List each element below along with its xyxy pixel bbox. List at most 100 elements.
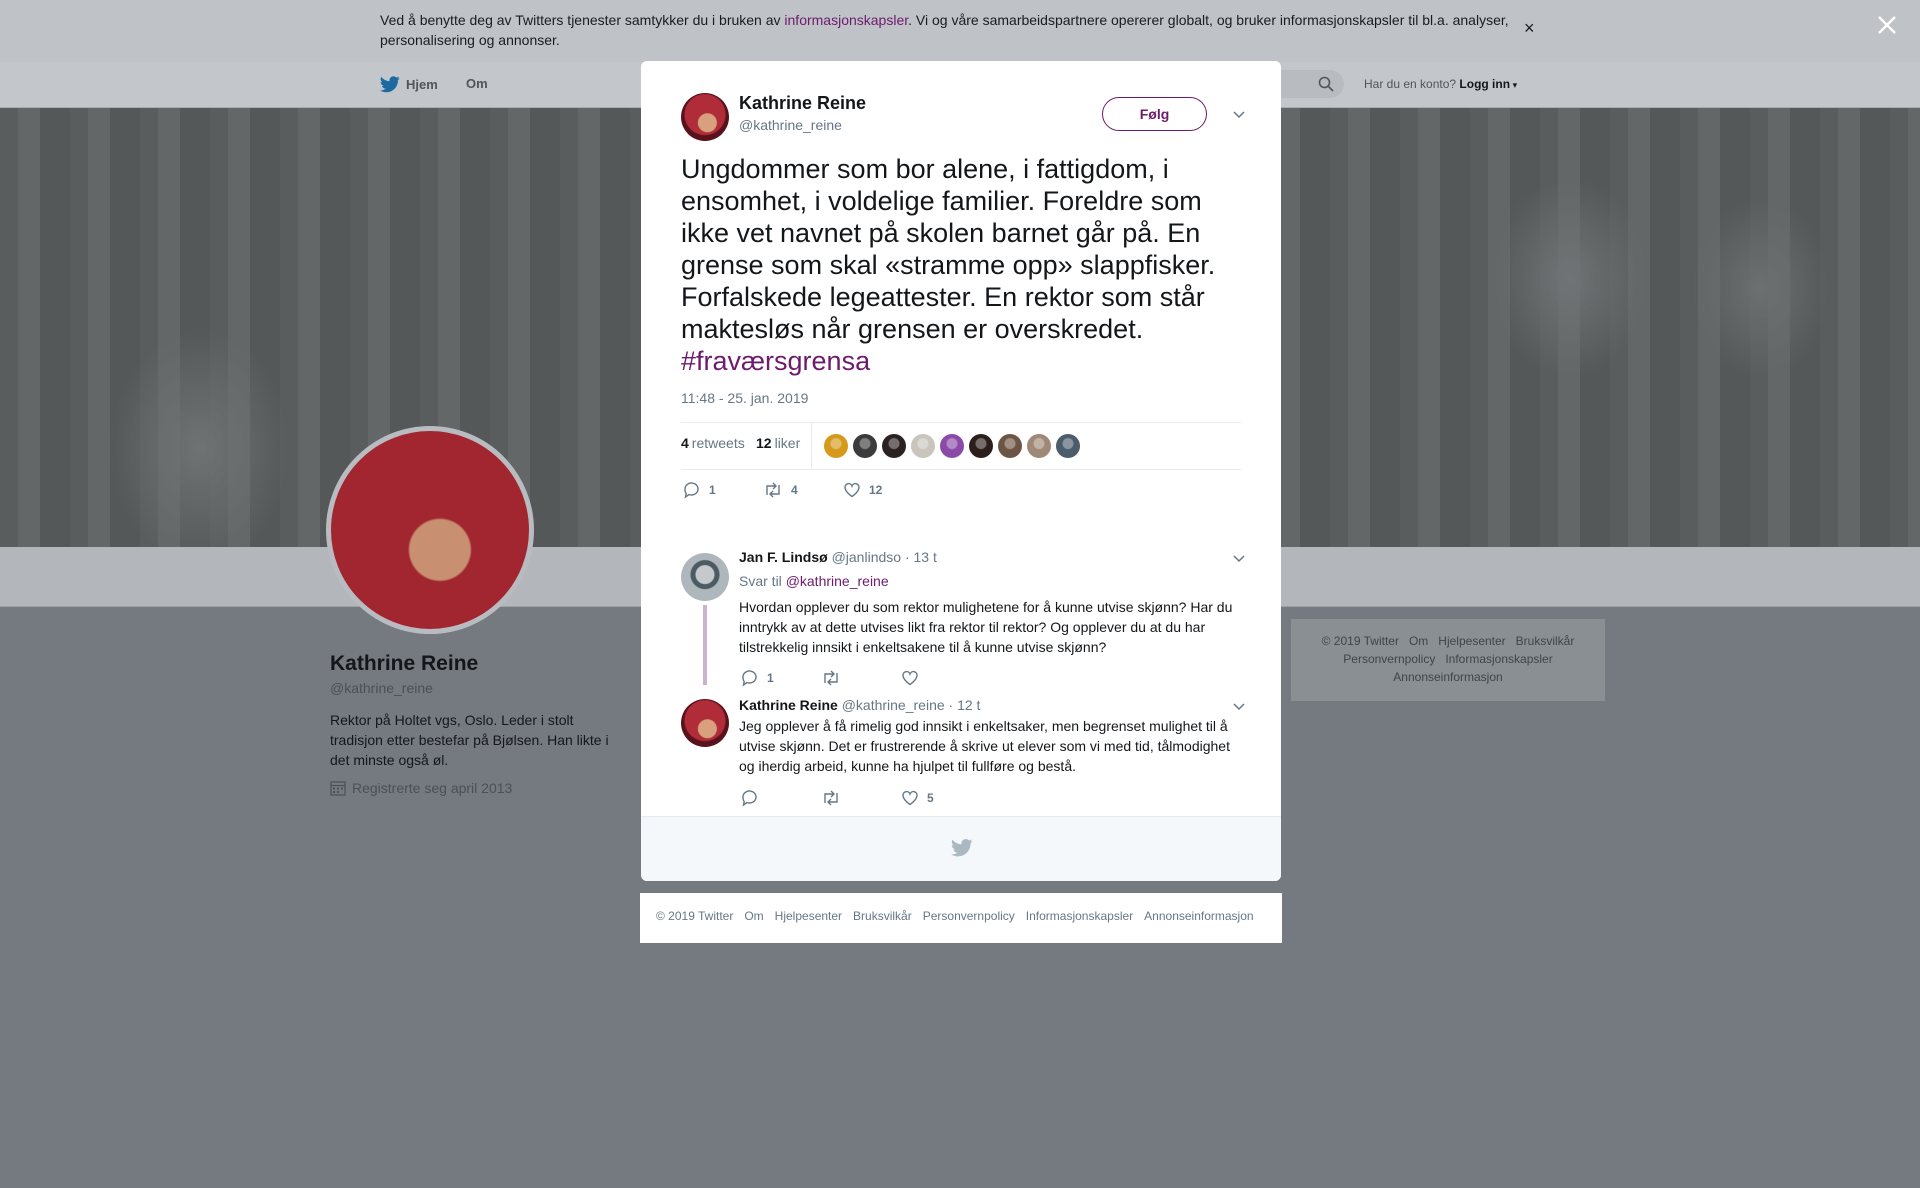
liker-avatar[interactable] (1056, 434, 1080, 458)
retweet-action[interactable]: 4 (763, 481, 843, 499)
retweet-action[interactable] (821, 789, 901, 807)
reply-avatar[interactable] (681, 553, 729, 601)
liker-avatar[interactable] (998, 434, 1022, 458)
footer-link-ads[interactable]: Annonseinformasjon (1393, 670, 1502, 684)
reply-action[interactable]: 1 (683, 481, 763, 499)
retweets-label: retweets (691, 435, 745, 451)
reply-text: Jeg opplever å få rimelig god innsikt i … (739, 718, 1230, 774)
profile-joined: Registrerte seg april 2013 (330, 780, 512, 796)
reply-to-link[interactable]: @kathrine_reine (786, 573, 889, 589)
reply-author-name[interactable]: Jan F. Lindsø (739, 549, 828, 565)
close-icon[interactable] (1876, 14, 1898, 36)
footer-link-ads[interactable]: Annonseinformasjon (1144, 909, 1253, 923)
tweet-text: Ungdommer som bor alene, i fattigdom, i … (681, 153, 1251, 377)
footer-link-cookies[interactable]: Informasjonskapsler (1445, 652, 1552, 666)
reply-author-handle[interactable]: @kathrine_reine (842, 697, 945, 713)
reply-action[interactable] (741, 789, 821, 807)
reply-author-handle[interactable]: @janlindso (832, 549, 901, 565)
tweet-modal: Kathrine Reine @kathrine_reine Følg Ungd… (641, 61, 1281, 881)
cookie-policy-link[interactable]: informasjonskapsler (784, 12, 908, 28)
retweet-icon (824, 790, 838, 806)
nav-home-link[interactable]: Hjem (380, 76, 438, 93)
footer-link-about[interactable]: Om (744, 909, 763, 923)
cookie-banner: Ved å benytte deg av Twitters tjenester … (0, 0, 1920, 62)
chevron-down-icon[interactable] (1233, 555, 1245, 563)
footer-link-privacy[interactable]: Personvernpolicy (923, 909, 1015, 923)
reply-time[interactable]: · 13 t (905, 549, 937, 565)
footer-link-help[interactable]: Hjelpesenter (775, 909, 842, 923)
footer-link-about[interactable]: Om (1409, 634, 1428, 648)
footer-copyright: © 2019 Twitter (656, 909, 734, 923)
author-handle[interactable]: @kathrine_reine (739, 117, 842, 133)
tweet-stats: 4 retweets 12 liker (681, 422, 1241, 470)
liker-avatar[interactable] (1027, 434, 1051, 458)
nav-about-link[interactable]: Om (466, 76, 488, 91)
retweet-action[interactable] (821, 669, 901, 687)
likes-stat[interactable]: 12 liker (756, 435, 800, 451)
retweets-stat[interactable]: 4 retweets (681, 435, 745, 451)
like-count: 5 (927, 791, 934, 805)
author-name[interactable]: Kathrine Reine (739, 93, 866, 114)
joined-text: Registrerte seg april 2013 (352, 780, 513, 796)
likes-label: liker (774, 435, 801, 451)
like-action[interactable]: 12 (843, 481, 882, 499)
twitter-bird-icon (951, 839, 973, 857)
hashtag-link[interactable]: #fraværsgrensa (681, 346, 870, 376)
liker-avatar[interactable] (824, 434, 848, 458)
profile-name[interactable]: Kathrine Reine (330, 652, 478, 676)
reply-icon (684, 482, 699, 499)
liker-avatar[interactable] (911, 434, 935, 458)
liker-avatar[interactable] (853, 434, 877, 458)
profile-avatar[interactable] (326, 426, 534, 634)
cookie-text-before: Ved å benytte deg av Twitters tjenester … (380, 12, 785, 28)
likes-count: 12 (756, 435, 772, 451)
footer-link-help[interactable]: Hjelpesenter (1438, 634, 1505, 648)
modal-footer (641, 816, 1281, 881)
reply-action[interactable]: 1 (741, 669, 821, 687)
tweet-timestamp[interactable]: 11:48 - 25. jan. 2019 (681, 390, 808, 406)
retweets-count: 4 (681, 435, 689, 451)
reply-icon (742, 670, 757, 687)
chevron-down-icon[interactable] (1233, 703, 1245, 711)
footer-link-terms[interactable]: Bruksvilkår (1516, 634, 1575, 648)
reply-to-label: Svar til (739, 573, 782, 589)
twitter-bird-icon (380, 76, 400, 93)
reply-text: Hvordan opplever du som rektor mulighete… (739, 599, 1233, 655)
footer-link-cookies[interactable]: Informasjonskapsler (1026, 909, 1133, 923)
reply-actions: 1 (741, 669, 927, 687)
author-avatar[interactable] (681, 93, 729, 141)
profile-bio: Rektor på Holtet vgs, Oslo. Leder i stol… (330, 712, 609, 768)
thread-line (703, 605, 707, 685)
reply-tweet[interactable]: Kathrine Reine @kathrine_reine · 12 t Je… (681, 697, 1245, 817)
chevron-down-icon: ▾ (1510, 80, 1518, 90)
footer-link-privacy[interactable]: Personvernpolicy (1343, 652, 1435, 666)
reply-author-name[interactable]: Kathrine Reine (739, 697, 838, 713)
footer-link-terms[interactable]: Bruksvilkår (853, 909, 912, 923)
reply-header: Jan F. Lindsø @janlindso · 13 t (739, 549, 937, 565)
footer-copyright: © 2019 Twitter (1321, 634, 1399, 648)
chevron-down-icon[interactable] (1233, 111, 1245, 119)
profile-handle[interactable]: @kathrine_reine (330, 680, 433, 696)
liker-avatar[interactable] (882, 434, 906, 458)
follow-button[interactable]: Følg (1102, 97, 1207, 131)
cookie-close-icon[interactable]: × (1524, 18, 1535, 39)
retweet-icon (766, 482, 780, 498)
liker-avatars (824, 434, 1080, 458)
like-action[interactable]: 5 (901, 789, 934, 807)
heart-icon (844, 482, 860, 498)
liker-avatar[interactable] (969, 434, 993, 458)
cookie-notice-text: Ved å benytte deg av Twitters tjenester … (380, 10, 1510, 50)
reply-time[interactable]: · 12 t (949, 697, 981, 713)
reply-avatar[interactable] (681, 699, 729, 747)
liker-avatar[interactable] (940, 434, 964, 458)
reply-tweet[interactable]: Jan F. Lindsø @janlindso · 13 t Svar til… (681, 541, 1245, 691)
retweet-icon (824, 670, 838, 686)
calendar-icon (330, 781, 346, 796)
reply-header: Kathrine Reine @kathrine_reine · 12 t (739, 697, 980, 713)
like-action[interactable] (901, 669, 927, 687)
login-link[interactable]: Logg inn (1459, 77, 1510, 91)
nav-home-label: Hjem (406, 77, 438, 92)
tweet-body: Ungdommer som bor alene, i fattigdom, i … (681, 154, 1216, 344)
search-icon (1318, 76, 1334, 92)
account-prompt-text: Har du en konto? (1364, 77, 1457, 91)
